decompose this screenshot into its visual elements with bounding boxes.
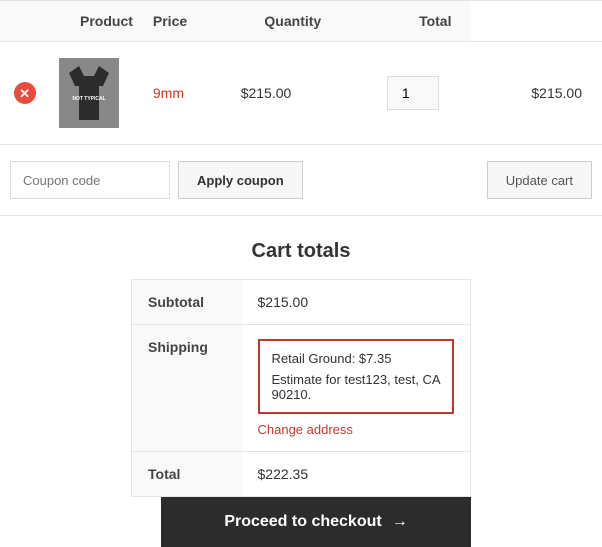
checkout-row: Proceed to checkout → — [131, 497, 471, 547]
shipping-box: Retail Ground: $7.35 Estimate for test12… — [258, 339, 455, 414]
product-name-link[interactable]: 9mm — [153, 85, 184, 101]
total-row: Total $222.35 — [132, 452, 471, 497]
shipping-row: Shipping Retail Ground: $7.35 Estimate f… — [132, 325, 471, 452]
product-image: NOT TYPICAL — [59, 58, 119, 128]
shipping-value-cell: Retail Ground: $7.35 Estimate for test12… — [242, 325, 471, 452]
coupon-input[interactable] — [10, 161, 170, 199]
product-total: $215.00 — [531, 85, 582, 101]
subtotal-value: $215.00 — [242, 280, 471, 325]
col-header-price: Price — [143, 1, 231, 42]
remove-cell: ✕ — [0, 42, 49, 145]
product-total-cell: $215.00 — [471, 42, 602, 145]
checkout-label: Proceed to checkout — [224, 513, 381, 531]
table-row: ✕ NOT TYPICAL 9mm $215.00 — [0, 42, 602, 145]
product-qty-cell — [355, 42, 472, 145]
product-price-cell: $215.00 — [231, 42, 355, 145]
coupon-left: Apply coupon — [10, 161, 303, 199]
product-name-cell: 9mm — [143, 42, 231, 145]
svg-text:NOT TYPICAL: NOT TYPICAL — [73, 96, 106, 102]
totals-table: Subtotal $215.00 Shipping Retail Ground:… — [131, 279, 471, 497]
product-price: $215.00 — [241, 85, 292, 101]
cart-table: Product Price Quantity Total ✕ NOT TYPIC… — [0, 0, 602, 145]
total-label: Total — [132, 452, 242, 497]
update-cart-button[interactable]: Update cart — [487, 161, 592, 199]
shipping-estimate: Estimate for test123, test, CA 90210. — [272, 372, 441, 402]
total-value: $222.35 — [242, 452, 471, 497]
checkout-arrow: → — [392, 513, 408, 531]
cart-totals-title: Cart totals — [252, 240, 351, 263]
subtotal-label: Subtotal — [132, 280, 242, 325]
col-header-total: Total — [355, 1, 472, 42]
change-address-link[interactable]: Change address — [258, 422, 455, 437]
shipping-method: Retail Ground: $7.35 — [272, 351, 441, 366]
proceed-to-checkout-button[interactable]: Proceed to checkout → — [161, 497, 471, 547]
quantity-input[interactable] — [387, 76, 439, 110]
shipping-label: Shipping — [132, 325, 242, 452]
apply-coupon-button[interactable]: Apply coupon — [178, 161, 303, 199]
cart-totals-section: Cart totals Subtotal $215.00 Shipping Re… — [0, 216, 602, 547]
remove-button[interactable]: ✕ — [14, 82, 36, 104]
col-header-product: Product — [0, 1, 143, 42]
product-thumbnail-cell: NOT TYPICAL — [49, 42, 143, 145]
subtotal-row: Subtotal $215.00 — [132, 280, 471, 325]
coupon-row: Apply coupon Update cart — [0, 145, 602, 216]
product-svg: NOT TYPICAL — [59, 58, 119, 128]
col-header-quantity: Quantity — [231, 1, 355, 42]
